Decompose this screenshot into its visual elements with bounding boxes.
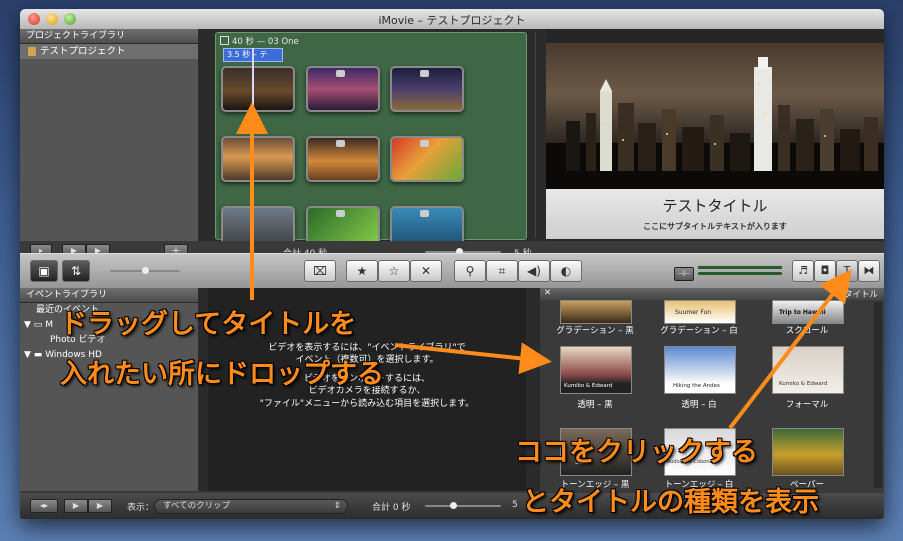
- annotation-arrows: [236, 102, 852, 430]
- annotation-click-line2: とタイトルの種類を表示: [522, 487, 819, 518]
- annotation-click-line1: ココをクリックする: [515, 437, 758, 468]
- annotation-drag-line2: 入れたい所にドロップする: [60, 359, 384, 390]
- annotation-drag-line1: ドラッグしてタイトルを: [60, 309, 357, 340]
